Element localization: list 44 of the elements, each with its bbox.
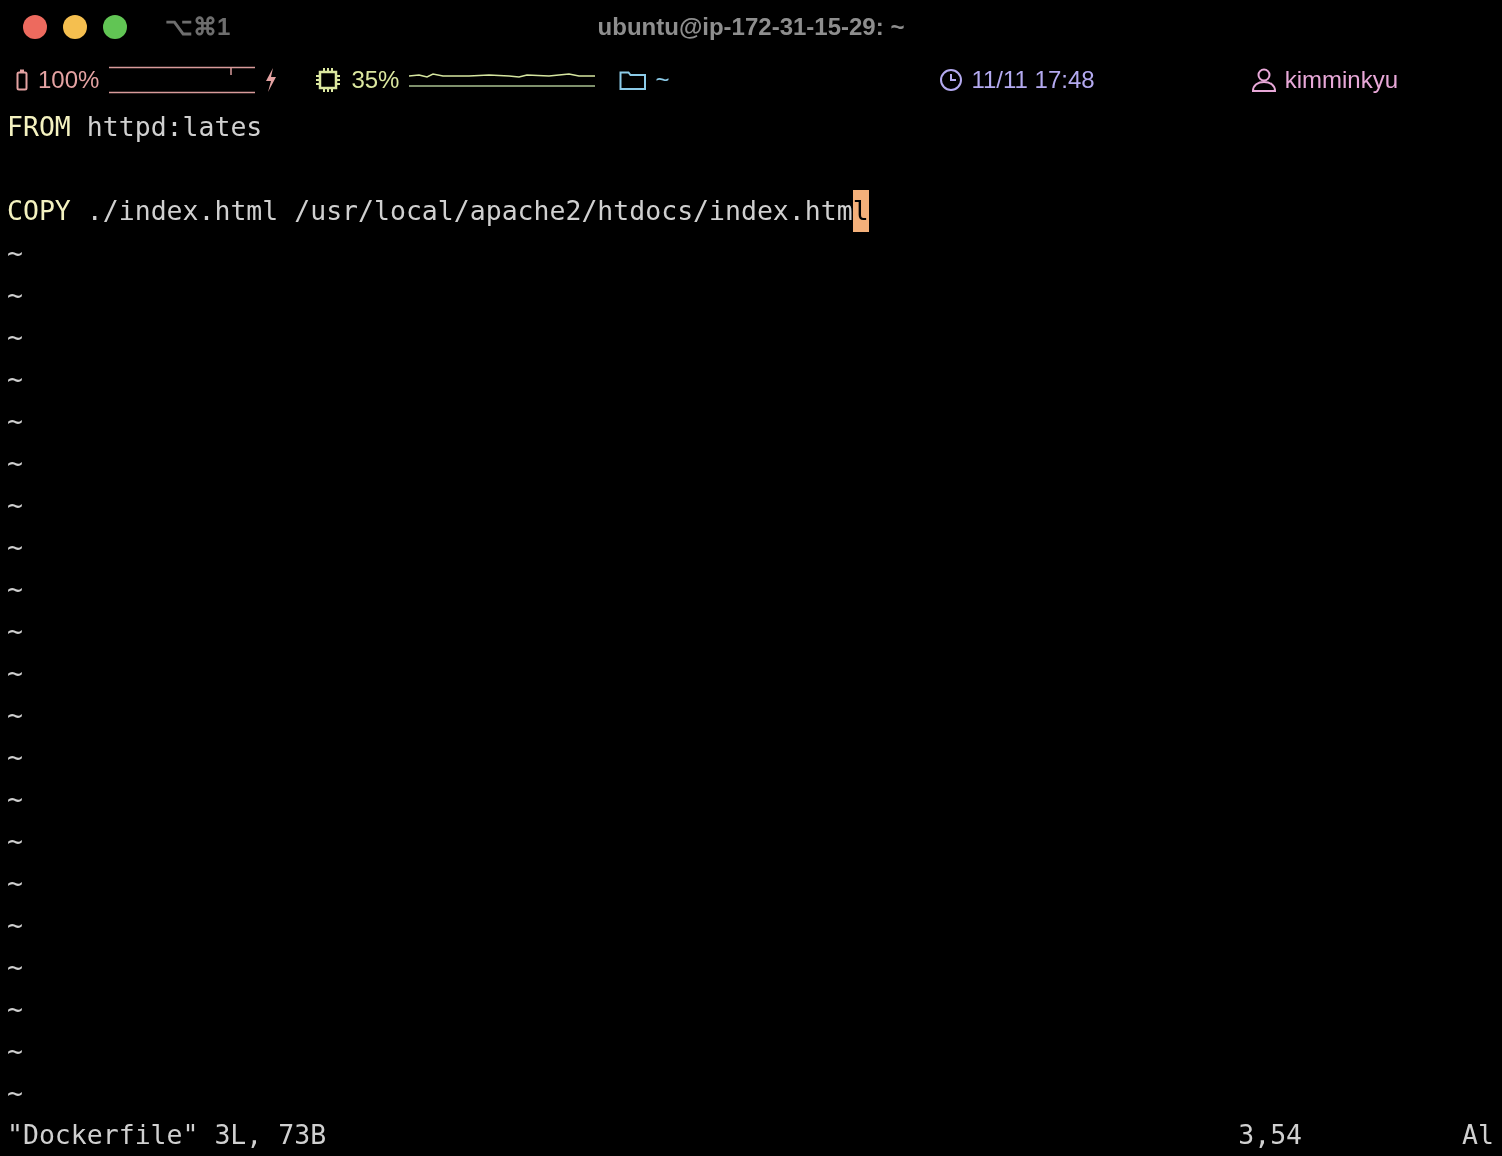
empty-line-marker: ~ <box>7 782 23 816</box>
empty-line-marker: ~ <box>7 446 23 480</box>
window-title: ubuntu@ip-172-31-15-29: ~ <box>597 12 905 41</box>
empty-line-marker: ~ <box>7 950 23 984</box>
lightning-icon <box>265 67 278 92</box>
empty-line-marker: ~ <box>7 740 23 774</box>
empty-line-marker: ~ <box>7 320 23 354</box>
user-name: kimminkyu <box>1284 65 1399 94</box>
user-icon <box>1250 67 1277 92</box>
empty-line-marker: ~ <box>7 1076 23 1110</box>
tab-shortcut: ⌥⌘1 <box>165 12 231 41</box>
clock-icon <box>939 67 964 92</box>
battery-percent: 100% <box>38 65 100 94</box>
empty-line-marker: ~ <box>7 992 23 1026</box>
code-keyword: FROM <box>7 110 71 144</box>
code-keyword: COPY <box>7 194 71 228</box>
empty-line-marker: ~ <box>7 908 23 942</box>
cursor-position: 3,54 <box>1238 1118 1303 1152</box>
empty-line-marker: ~ <box>7 614 23 648</box>
empty-line-marker: ~ <box>7 1034 23 1068</box>
battery-icon <box>16 68 28 91</box>
code-text: httpd:lates <box>86 110 263 144</box>
clock-time: 11/11 17:48 <box>971 65 1095 94</box>
current-directory: ~ <box>655 65 670 94</box>
empty-line-marker: ~ <box>7 572 23 606</box>
zoom-button[interactable] <box>103 14 127 39</box>
close-button[interactable] <box>23 14 47 39</box>
cpu-percent: 35% <box>351 65 400 94</box>
empty-line-marker: ~ <box>7 362 23 396</box>
empty-line-marker: ~ <box>7 404 23 438</box>
empty-line-marker: ~ <box>7 236 23 270</box>
empty-line-marker: ~ <box>7 488 23 522</box>
minimize-button[interactable] <box>63 14 87 39</box>
code-text: ./index.html /usr/local/apache2/htdocs/index.htm <box>86 194 853 228</box>
empty-line-marker: ~ <box>7 866 23 900</box>
empty-line-marker: ~ <box>7 698 23 732</box>
file-info-message: "Dockerfile" 3L, 73B <box>7 1118 327 1152</box>
empty-line-marker: ~ <box>7 824 23 858</box>
empty-line-marker: ~ <box>7 530 23 564</box>
empty-line-marker: ~ <box>7 656 23 690</box>
text-cursor: l <box>852 190 869 232</box>
scroll-indicator: Al <box>1462 1118 1494 1152</box>
empty-line-marker: ~ <box>7 278 23 312</box>
chip-icon <box>315 66 342 93</box>
